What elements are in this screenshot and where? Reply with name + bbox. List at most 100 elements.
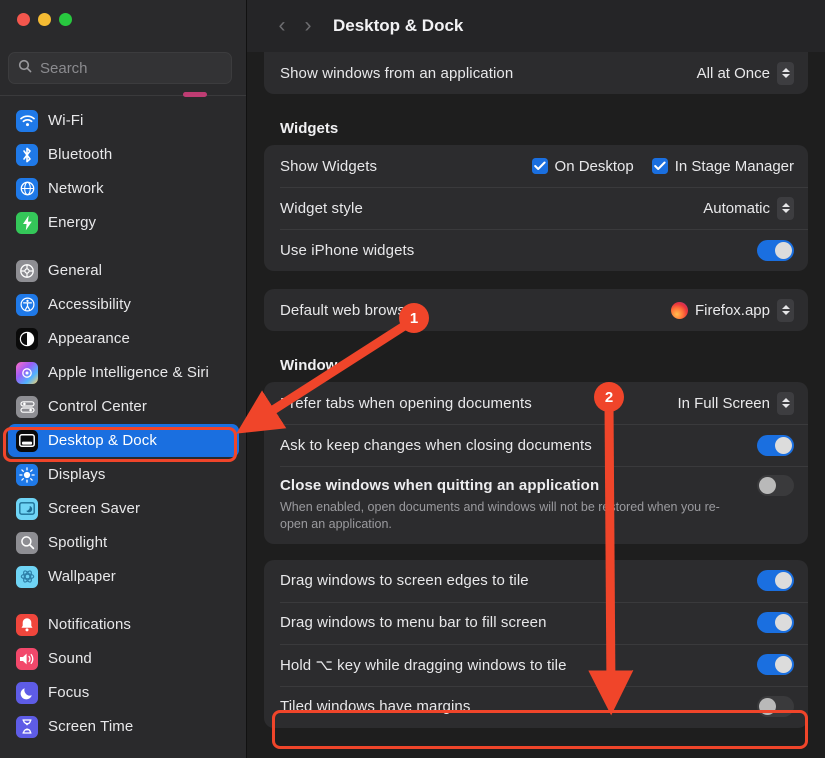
card-mission-control: Show windows from an application All at … [264,52,808,94]
bell-icon [16,613,38,636]
screen-saver-icon [16,497,38,520]
spotlight-icon [16,531,38,554]
firefox-icon [670,301,688,319]
row-drag-windows-to-menu-bar-to-fill-screen: Drag windows to menu bar to fill screen [264,601,808,644]
sidebar-item-notifications[interactable]: Notifications [8,608,239,641]
sidebar-item-control-center[interactable]: Control Center [8,390,239,423]
popup-value: All at Once [696,64,770,82]
row-hold-option-key-while-dragging: Hold ⌥ key while dragging windows to til… [264,643,808,686]
sidebar-item-focus[interactable]: Focus [8,676,239,709]
checkbox-on-desktop[interactable]: On Desktop [531,157,634,175]
sidebar-item-label: Wallpaper [48,568,116,585]
sidebar-item-screen-saver[interactable]: Screen Saver [8,492,239,525]
checkbox-in-stage-manager[interactable]: In Stage Manager [651,158,794,175]
sidebar-item-label: Appearance [48,330,130,347]
row-close-windows-when-quitting: Close windows when quitting an applicati… [264,466,808,544]
row-show-windows-from-an-application[interactable]: Show windows from an application All at … [264,52,808,94]
main-panel: ‹ › Desktop & Dock Show windows from an … [247,0,825,758]
sidebar-item-label: Spotlight [48,534,108,551]
sidebar-item-label: Accessibility [48,296,131,313]
row-label: Widget style [280,199,363,217]
section-title-windows: Windows [280,357,346,374]
zoom-button[interactable] [59,13,72,26]
row-label: Prefer tabs when opening documents [280,394,532,412]
sidebar-item-label: Control Center [48,398,147,415]
popup-prefer-tabs[interactable]: In Full Screen [677,391,794,415]
row-description: When enabled, open documents and windows… [280,500,720,531]
popup-value: Automatic [703,199,770,217]
page-title: Desktop & Dock [333,16,464,35]
toggle-drag-to-menu-bar[interactable] [757,612,794,634]
bolt-icon [16,211,38,234]
close-button[interactable] [17,13,30,26]
desktop-dock-icon [16,429,38,452]
control-center-icon [16,395,38,418]
sidebar-item-wi-fi[interactable]: Wi-Fi [8,104,239,137]
sidebar: Search Wi-Fi Bluetooth Network Energy Genera… [0,0,247,758]
row-prefer-tabs-when-opening-documents[interactable]: Prefer tabs when opening documents In Fu… [264,382,808,424]
row-default-web-browser[interactable]: Default web browser Firefox.app [264,289,808,331]
row-show-widgets: Show Widgets On Desktop In Stage Manager [264,145,808,187]
card-windows: Prefer tabs when opening documents In Fu… [264,382,808,544]
sidebar-item-appearance[interactable]: Appearance [8,322,239,355]
sidebar-item-general[interactable]: General [8,254,239,287]
toggle-use-iphone-widgets[interactable] [757,239,794,261]
sidebar-item-bluetooth[interactable]: Bluetooth [8,138,239,171]
sidebar-item-accessibility[interactable]: Accessibility [8,288,239,321]
sidebar-item-apple-intelligence-siri[interactable]: Apple Intelligence & Siri [8,356,239,389]
popup-widget-style[interactable]: Automatic [703,196,794,220]
row-label: Close windows when quitting an applicati… [280,477,600,494]
sidebar-group-1: General Accessibility Appearance Apple Inte… [0,254,246,593]
toggle-knob [775,614,792,632]
sidebar-item-label: Sound [48,650,92,667]
toggle-drag-to-screen-edges[interactable] [757,570,794,592]
row-label: Drag windows to screen edges to tile [280,572,529,590]
toggle-knob [775,572,792,590]
toggle-knob [759,698,776,716]
checkmark-icon [531,158,548,174]
checkbox-label: On Desktop [554,157,634,175]
toggle-close-windows-when-quitting[interactable] [757,475,794,496]
row-widget-style[interactable]: Widget style Automatic [264,187,808,229]
wifi-icon [16,109,38,132]
chevron-up-down-icon [777,391,794,415]
chevron-left-icon[interactable]: ‹ [269,14,295,38]
appearance-icon [16,327,38,350]
sidebar-item-desktop-dock[interactable]: Desktop & Dock [8,424,239,457]
checkmark-icon [651,158,668,174]
accessibility-icon [16,293,38,316]
toggle-tiled-windows-have-margins[interactable] [757,696,794,718]
system-settings-window: Search Wi-Fi Bluetooth Network Energy Genera… [0,0,825,758]
popup-default-web-browser[interactable]: Firefox.app [670,298,794,322]
sidebar-divider [0,95,246,96]
hourglass-icon [16,715,38,738]
sidebar-item-wallpaper[interactable]: Wallpaper [8,560,239,593]
toggle-hold-option-key[interactable] [757,654,794,676]
sidebar-item-displays[interactable]: Displays [8,458,239,491]
sidebar-item-screen-time[interactable]: Screen Time [8,710,239,743]
row-use-iphone-widgets: Use iPhone widgets [264,229,808,271]
globe-icon [16,177,38,200]
chevron-up-down-icon [777,298,794,322]
popup-show-windows[interactable]: All at Once [696,61,794,85]
sidebar-item-sound[interactable]: Sound [8,642,239,675]
sidebar-item-network[interactable]: Network [8,172,239,205]
bluetooth-icon [16,143,38,166]
window-traffic-lights [17,13,72,26]
sidebar-group-separator [0,240,246,254]
row-label: Show windows from an application [280,64,514,82]
chevron-up-down-icon [777,61,794,85]
popup-value: In Full Screen [677,394,770,412]
sidebar-item-label: Displays [48,466,106,483]
sidebar-item-label: Wi-Fi [48,112,84,129]
sidebar-item-label: Apple Intelligence & Siri [48,364,209,381]
chevron-right-icon[interactable]: › [295,14,321,38]
minimize-button[interactable] [38,13,51,26]
toggle-ask-to-keep-changes[interactable] [757,434,794,456]
search-icon [18,59,32,78]
sidebar-item-spotlight[interactable]: Spotlight [8,526,239,559]
sidebar-item-energy[interactable]: Energy [8,206,239,239]
popup-value: Firefox.app [694,301,770,319]
row-tiled-windows-have-margins: Tiled windows have margins [264,685,808,728]
search-input[interactable]: Search [8,52,232,84]
